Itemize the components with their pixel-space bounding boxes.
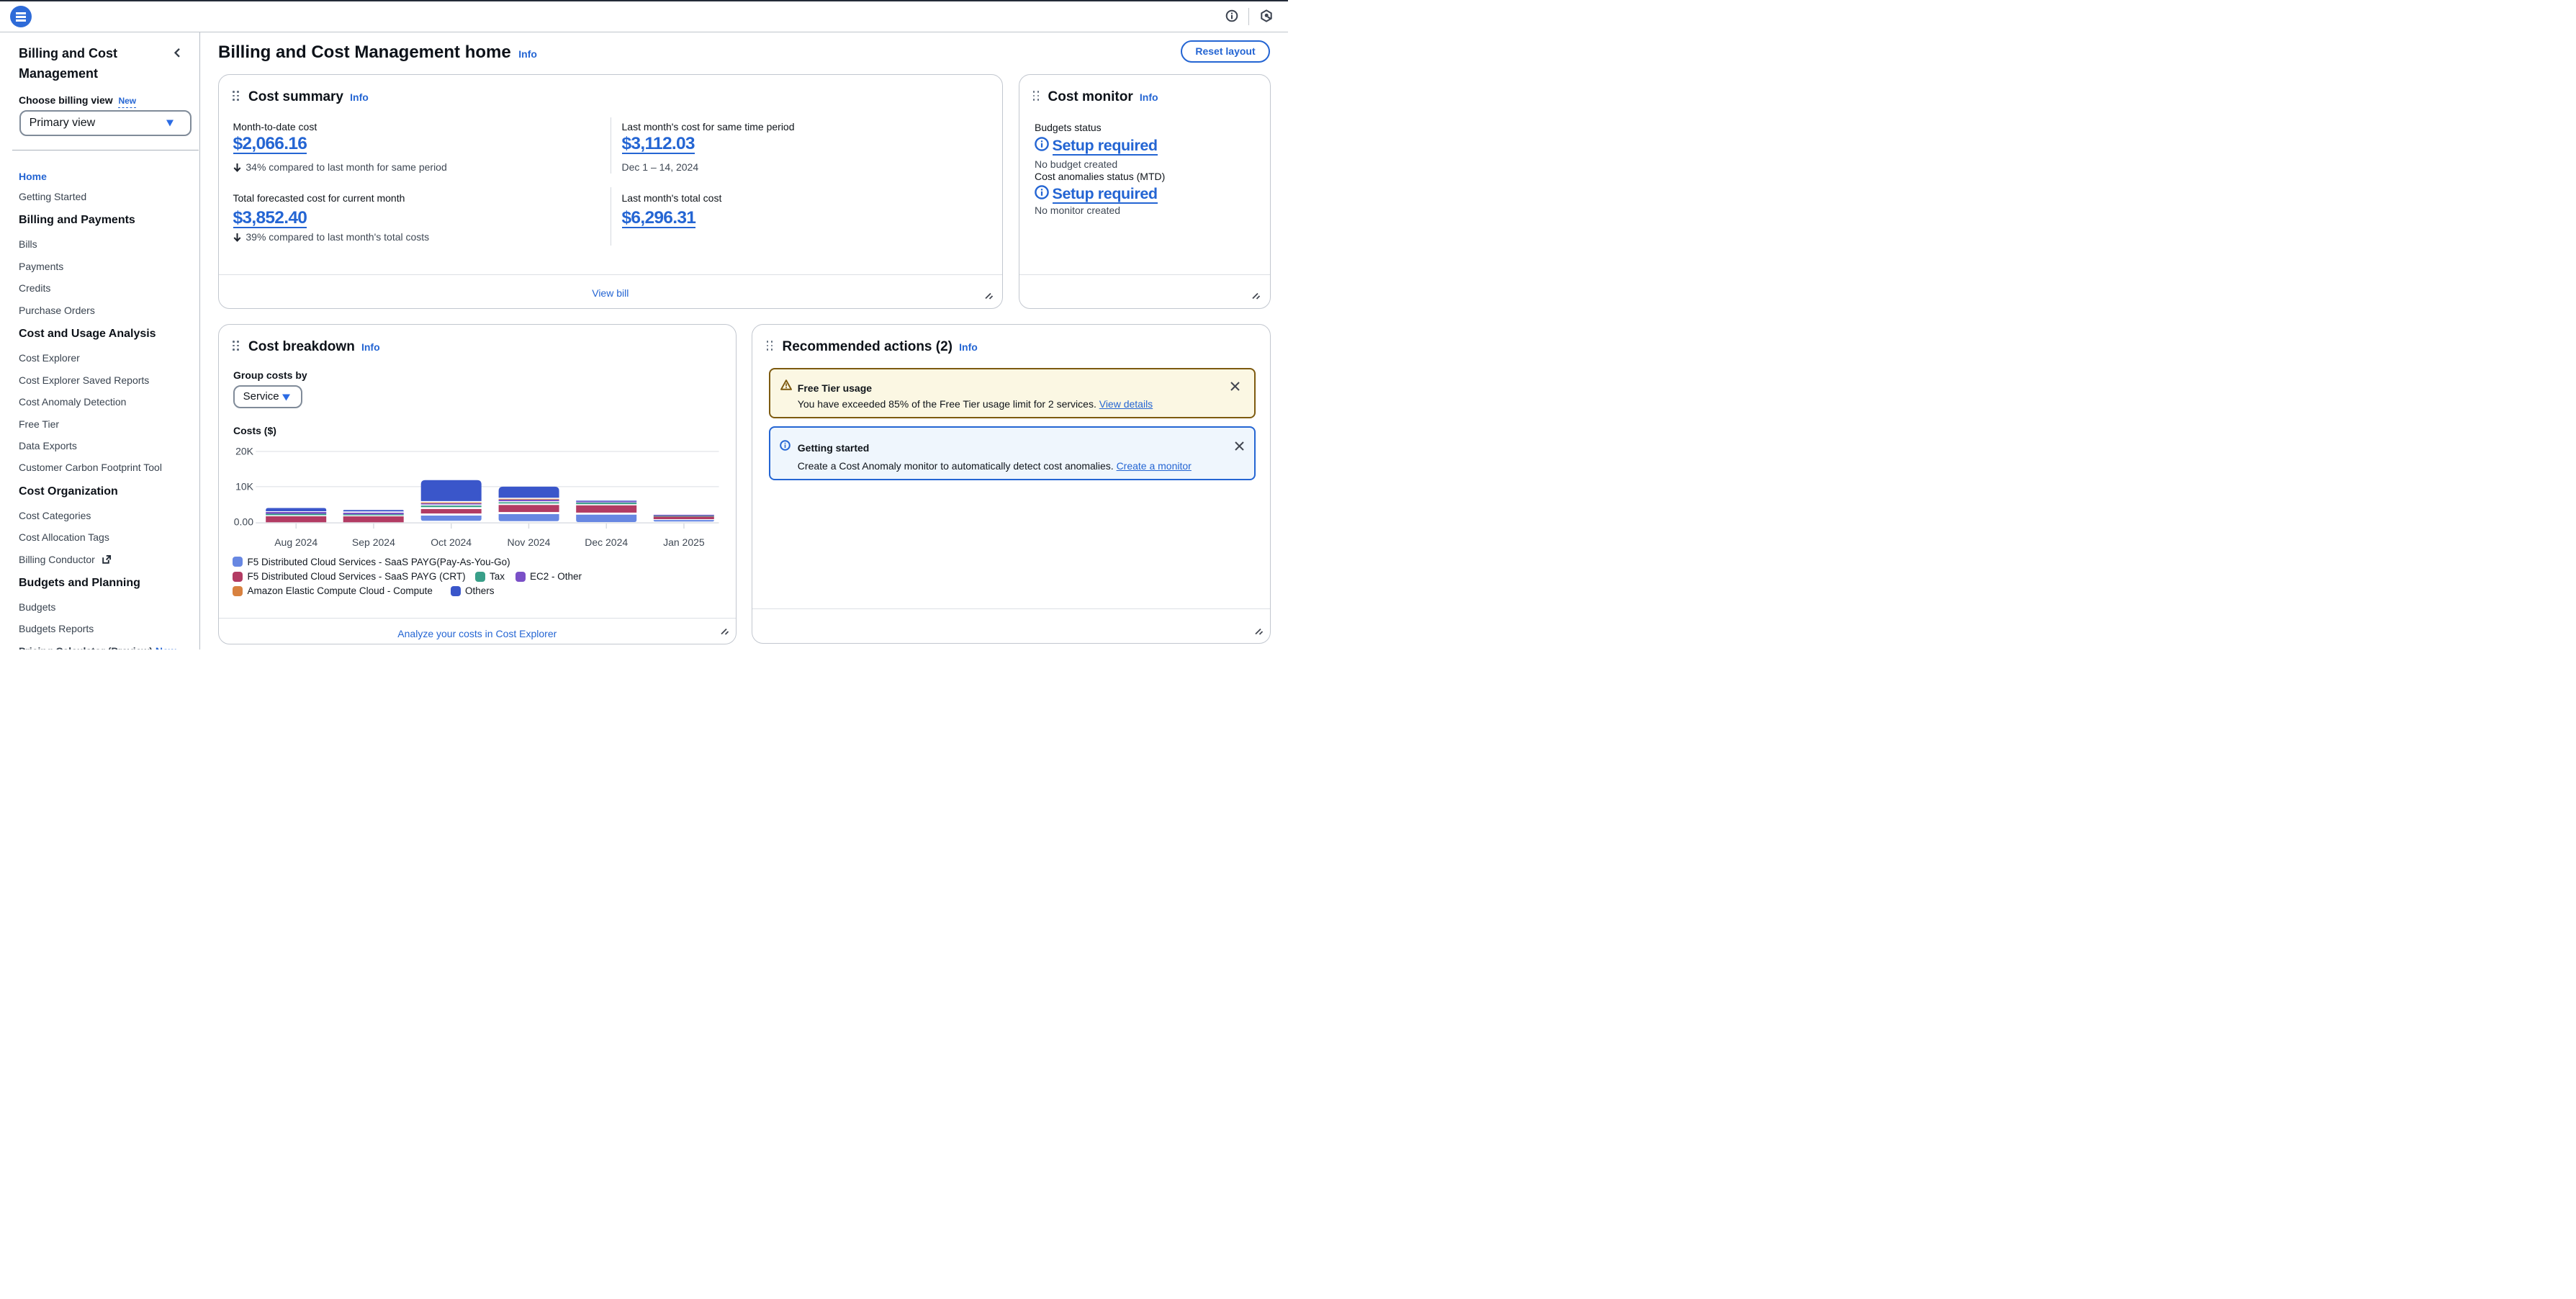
- svg-text:10K: 10K: [235, 481, 254, 493]
- svg-text:0.00: 0.00: [234, 516, 253, 528]
- svg-text:Oct 2024: Oct 2024: [431, 536, 472, 548]
- svg-text:Aug 2024: Aug 2024: [274, 536, 318, 548]
- svg-text:Jan 2025: Jan 2025: [663, 536, 705, 548]
- svg-text:Sep 2024: Sep 2024: [352, 536, 395, 548]
- svg-text:Nov 2024: Nov 2024: [507, 536, 550, 548]
- svg-text:Dec 2024: Dec 2024: [585, 536, 628, 548]
- svg-text:20K: 20K: [235, 446, 254, 457]
